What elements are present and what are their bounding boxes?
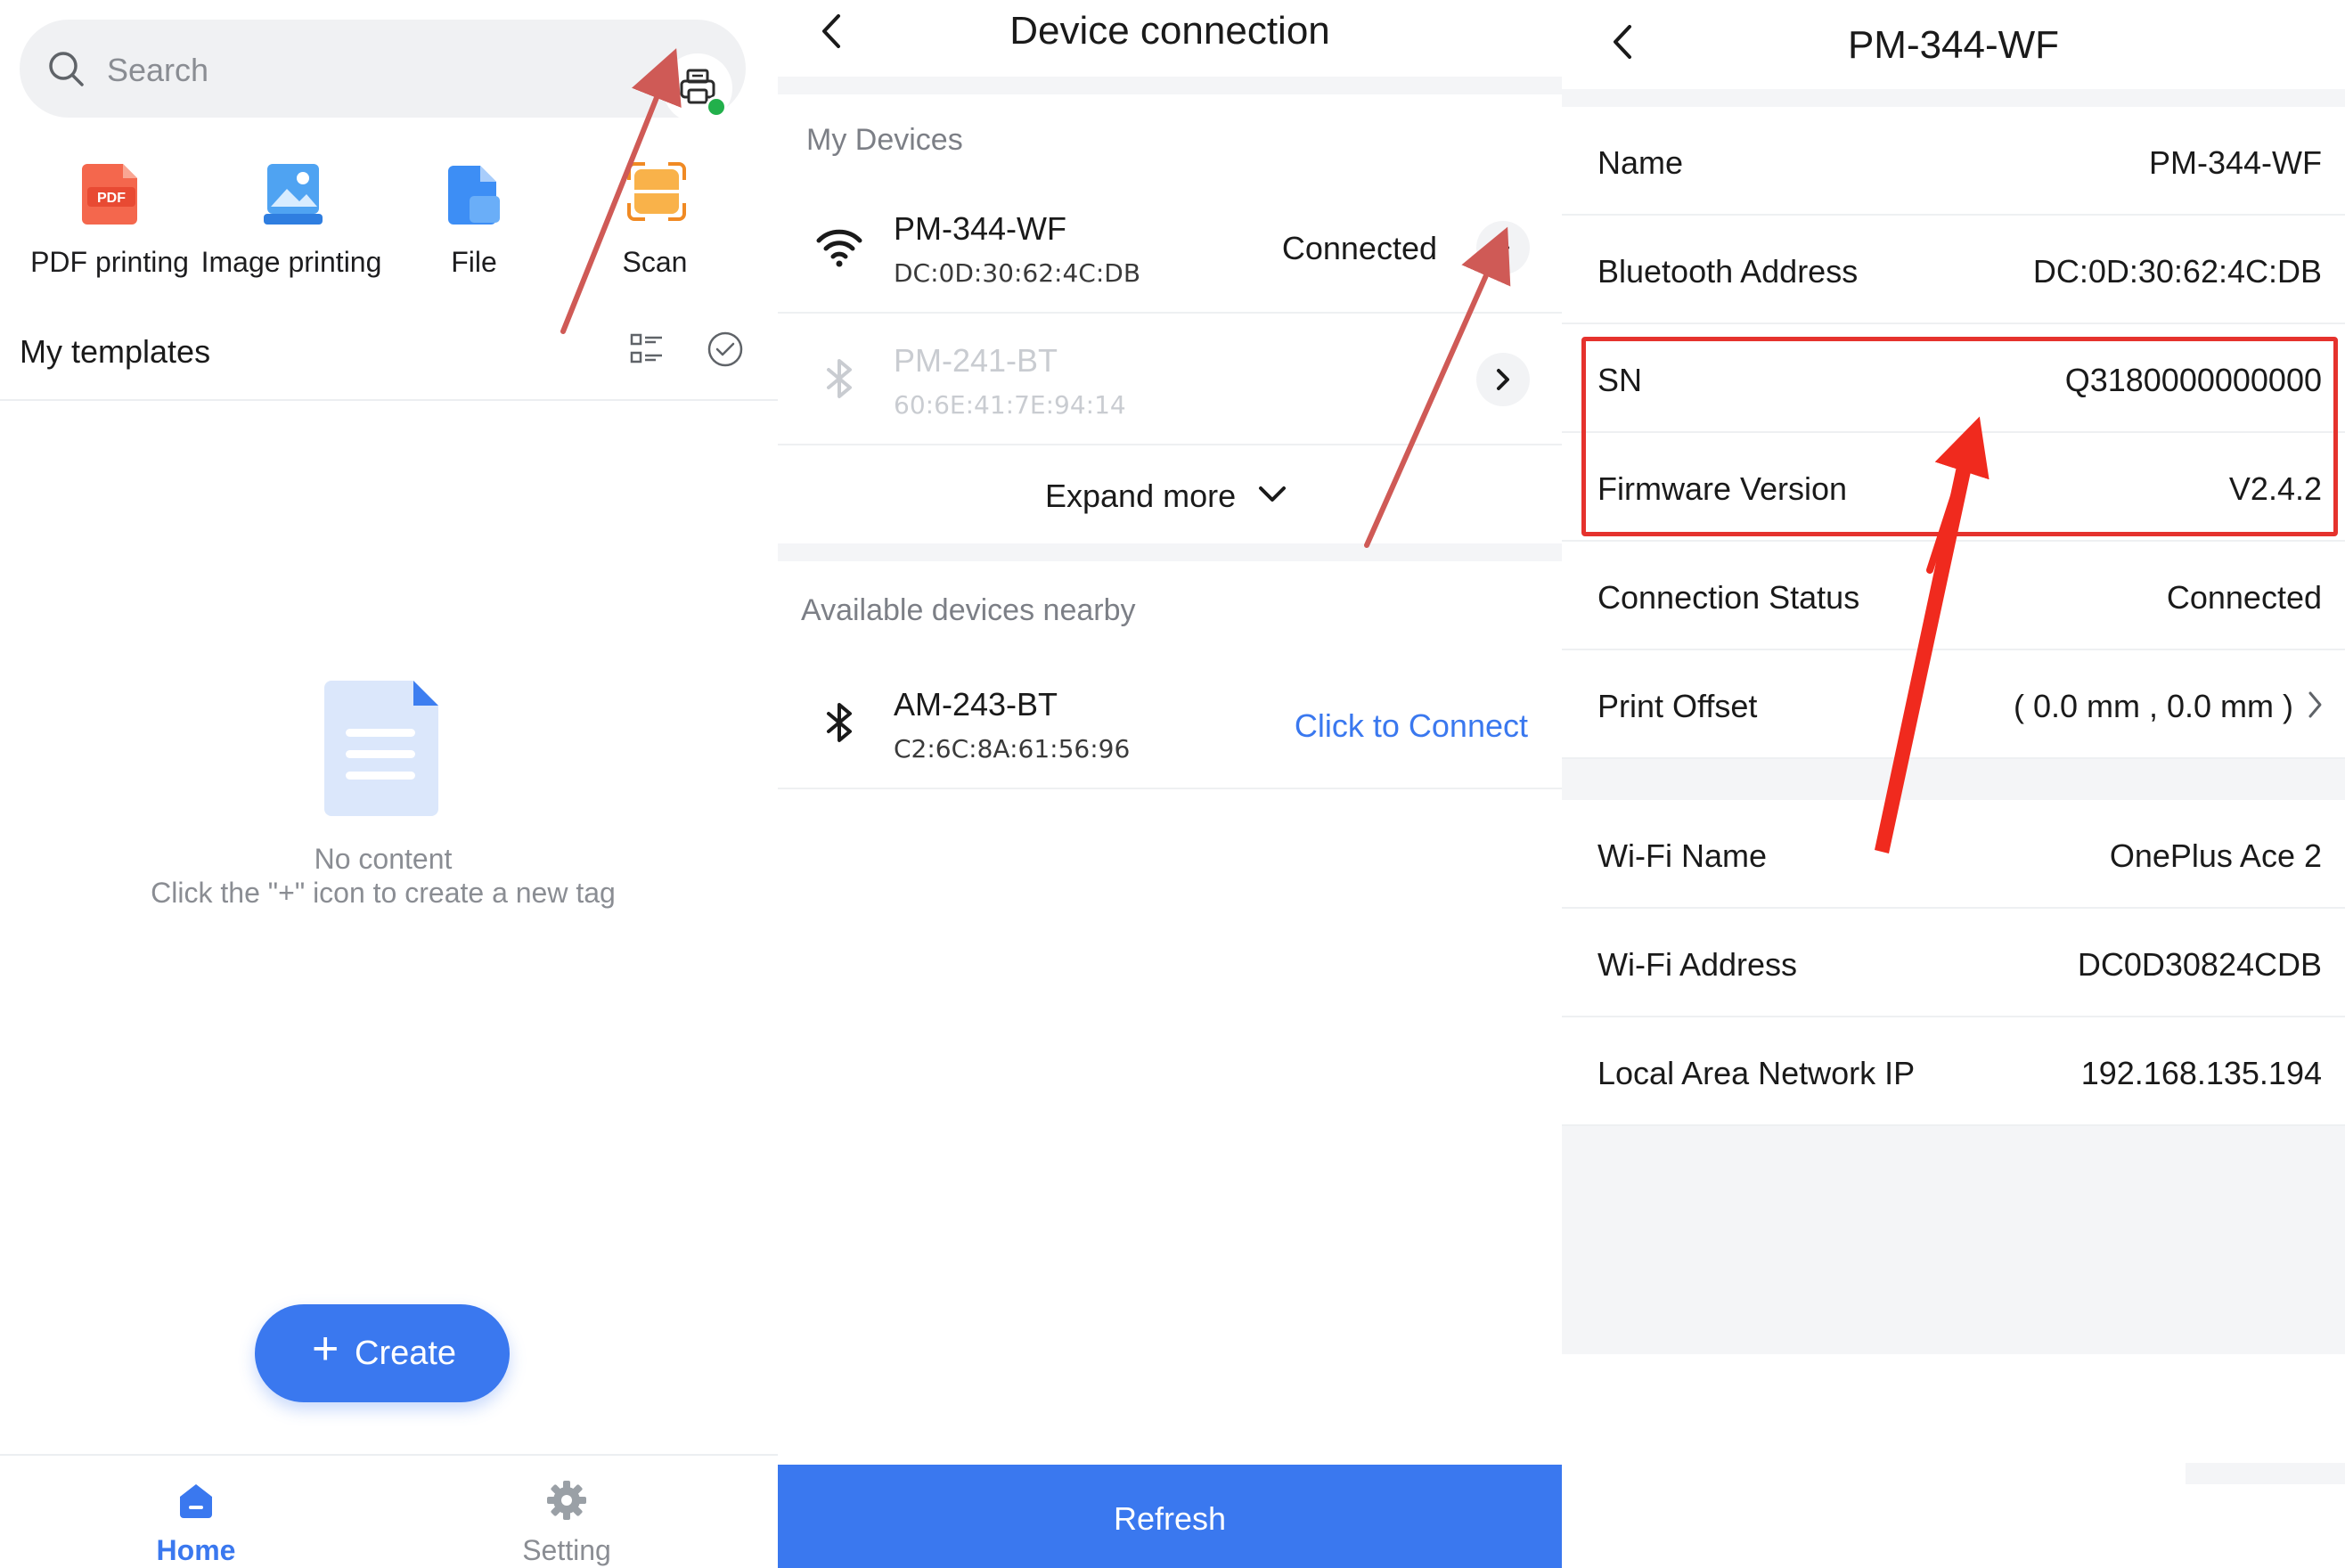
pdf-icon: PDF xyxy=(82,164,137,225)
section-divider xyxy=(778,543,1562,561)
list-view-icon[interactable] xyxy=(629,331,665,367)
bluetooth-icon xyxy=(827,359,852,398)
detail-value: DC:0D:30:62:4C:DB xyxy=(2032,253,2322,290)
refresh-label: Refresh xyxy=(1113,1500,1227,1537)
chevron-right-icon xyxy=(2308,691,2322,718)
page-title: Device connection xyxy=(1009,9,1330,53)
chevron-right-icon xyxy=(1497,369,1509,390)
search-bar[interactable]: Search xyxy=(20,20,746,123)
detail-label: Name xyxy=(1597,144,1684,181)
file-label: File xyxy=(451,246,497,278)
page-title: PM-344-WF xyxy=(1847,23,2060,67)
detail-row-bluetooth-address: Bluetooth Address DC:0D:30:62:4C:DB xyxy=(1562,216,2345,324)
detail-row-wifi-address: Wi-Fi Address DC0D30824CDB xyxy=(1562,909,2345,1017)
home-icon xyxy=(180,1484,212,1518)
section-divider xyxy=(778,77,1562,94)
gear-icon xyxy=(547,1481,586,1520)
tab-setting-label: Setting xyxy=(522,1534,611,1566)
device-address: DC:0D:30:62:4C:DB xyxy=(894,258,1141,288)
bluetooth-icon xyxy=(827,703,852,742)
nearby-devices-label: Available devices nearby xyxy=(801,593,1136,627)
expand-more-button[interactable]: Expand more xyxy=(778,445,1562,543)
detail-value: ( 0.0 mm , 0.0 mm ) xyxy=(2013,688,2293,724)
scan-button[interactable]: Scan xyxy=(561,143,748,294)
detail-label: Connection Status xyxy=(1597,579,1860,616)
detail-row-name: Name PM-344-WF xyxy=(1562,107,2345,216)
device-name: PM-344-WF xyxy=(894,210,1067,247)
device-row-am-243-bt[interactable]: AM-243-BT C2:6C:8A:61:56:96 Click to Con… xyxy=(778,659,1562,789)
detail-label: Wi-Fi Name xyxy=(1597,837,1767,874)
detail-label: Wi-Fi Address xyxy=(1597,946,1798,983)
device-row-pm-241-bt[interactable]: PM-241-BT 60:6E:41:7E:94:14 xyxy=(778,315,1562,445)
detail-row-wifi-name: Wi-Fi Name OnePlus Ace 2 xyxy=(1562,800,2345,909)
section-divider xyxy=(1562,89,2345,107)
empty-state-title: No content xyxy=(314,843,453,875)
empty-document-icon xyxy=(324,681,438,816)
detail-value: DC0D30824CDB xyxy=(2077,946,2322,983)
tab-home[interactable]: Home xyxy=(62,1456,330,1568)
pdf-badge-text: PDF xyxy=(97,191,126,206)
detail-value: 192.168.135.194 xyxy=(2080,1055,2322,1091)
detail-value: OnePlus Ace 2 xyxy=(2109,837,2322,874)
refresh-button[interactable]: Refresh xyxy=(778,1465,1562,1568)
tab-setting[interactable]: Setting xyxy=(433,1456,700,1568)
detail-value: PM-344-WF xyxy=(2148,144,2322,181)
plus-icon: + xyxy=(312,1323,339,1375)
detail-row-print-offset[interactable]: Print Offset ( 0.0 mm , 0.0 mm ) xyxy=(1562,650,2345,759)
create-button[interactable]: + Create xyxy=(255,1304,510,1402)
device-name: AM-243-BT xyxy=(894,686,1058,723)
image-printing-button[interactable]: Image printing xyxy=(198,143,385,294)
my-templates-title: My templates xyxy=(20,333,211,370)
bottom-tab-bar: Home Setting xyxy=(0,1454,778,1568)
device-address: 60:6E:41:7E:94:14 xyxy=(894,390,1126,420)
my-devices-label: My Devices xyxy=(806,123,963,157)
create-label: Create xyxy=(355,1335,457,1372)
image-printing-label: Image printing xyxy=(200,246,382,278)
image-icon xyxy=(264,164,323,225)
click-to-connect-link[interactable]: Click to Connect xyxy=(1295,707,1528,745)
tool-grid: PDF PDF printing Image printing File Sca… xyxy=(0,143,778,294)
device-connection-screen: Device connection My Devices PM-344-WF D… xyxy=(778,0,1562,1568)
file-icon xyxy=(448,166,500,225)
nav-header: PM-344-WF xyxy=(1562,0,2345,89)
tab-home-label: Home xyxy=(156,1534,236,1566)
section-divider xyxy=(1562,759,2345,800)
wifi-icon xyxy=(816,229,862,267)
empty-area xyxy=(1562,1126,2345,1354)
nav-header: Device connection xyxy=(778,0,1562,77)
bottom-divider xyxy=(2186,1463,2345,1484)
my-templates-header: My templates xyxy=(0,321,778,401)
expand-more-label: Expand more xyxy=(1045,478,1237,514)
device-status: Connected xyxy=(1281,230,1437,266)
scan-icon xyxy=(627,162,686,221)
detail-row-lan-ip: Local Area Network IP 192.168.135.194 xyxy=(1562,1017,2345,1126)
detail-value: Connected xyxy=(2166,579,2322,616)
pdf-printing-label: PDF printing xyxy=(30,246,189,278)
printer-connection-button[interactable] xyxy=(663,53,732,123)
device-address: C2:6C:8A:61:56:96 xyxy=(894,734,1131,764)
chevron-right-icon xyxy=(1497,237,1509,258)
pdf-printing-button[interactable]: PDF PDF printing xyxy=(16,143,203,294)
search-placeholder: Search xyxy=(107,52,209,88)
device-detail-button[interactable] xyxy=(1476,221,1530,274)
connected-check-icon xyxy=(706,96,727,118)
detail-label: Local Area Network IP xyxy=(1597,1055,1916,1091)
device-row-pm-344-wf[interactable]: PM-344-WF DC:0D:30:62:4C:DB Connected xyxy=(778,184,1562,314)
detail-label: Bluetooth Address xyxy=(1597,253,1859,290)
device-detail-screen: PM-344-WF Name PM-344-WF Bluetooth Addre… xyxy=(1562,0,2345,1568)
empty-state-hint: Click the "+" icon to create a new tag xyxy=(151,877,616,909)
detail-row-connection-status: Connection Status Connected xyxy=(1562,542,2345,650)
sn-firmware-highlight-box xyxy=(1581,337,2338,536)
device-detail-button[interactable] xyxy=(1476,353,1530,406)
detail-label: Print Offset xyxy=(1597,688,1758,724)
file-button[interactable]: File xyxy=(380,143,568,294)
search-icon xyxy=(49,52,84,86)
scan-label: Scan xyxy=(622,246,688,278)
home-screen: Search PDF PDF printing Image printing F… xyxy=(0,0,778,1568)
select-check-icon[interactable] xyxy=(706,330,745,369)
device-name: PM-241-BT xyxy=(894,342,1058,379)
chevron-down-icon xyxy=(1259,486,1286,502)
